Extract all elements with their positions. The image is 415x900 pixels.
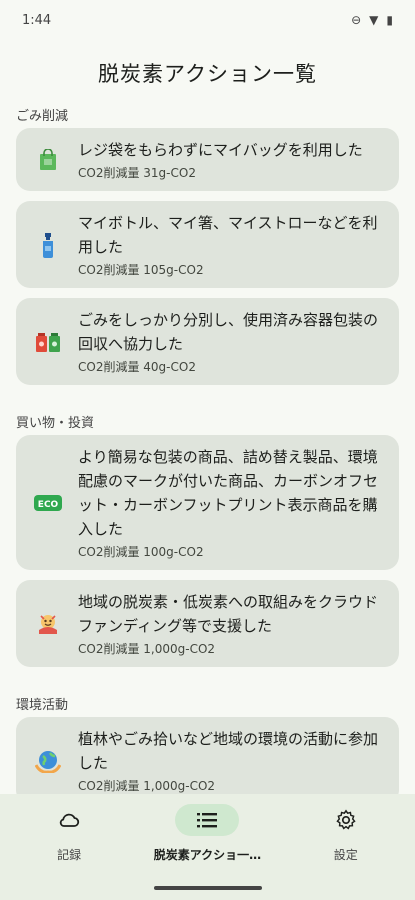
action-card-sorting[interactable]: ごみをしっかり分別し、使用済み容器包装の回収へ協力した CO2削減量 40g-C… — [16, 298, 399, 385]
svg-text:ECO: ECO — [38, 500, 59, 510]
action-title: より簡易な包装の商品、詰め替え製品、環境配慮のマークが付いた商品、カーボンオフセ… — [78, 448, 379, 538]
action-card-local-activity[interactable]: 植林やごみ拾いなど地域の環境の活動に参加した CO2削減量 1,000g-CO2 — [16, 717, 399, 794]
nav-record[interactable]: 記録 — [4, 804, 134, 900]
action-card-my-bottle[interactable]: マイボトル、マイ箸、マイストローなどを利用した CO2削減量 105g-CO2 — [16, 201, 399, 288]
action-list[interactable]: ごみ削減 レジ袋をもらわずにマイバッグを利用した CO2削減量 31g-CO2 … — [0, 100, 415, 794]
globe-hands-icon — [34, 747, 62, 775]
section-header-shopping: 買い物・投資 — [16, 415, 95, 431]
action-co2: CO2削減量 105g-CO2 — [78, 263, 204, 277]
section-header-environment: 環境活動 — [16, 697, 69, 713]
bottle-icon — [34, 231, 62, 259]
action-title: 植林やごみ拾いなど地域の環境の活動に参加した — [78, 730, 379, 772]
eco-badge-icon: ECO — [34, 489, 62, 517]
battery-icon: ▮ — [386, 13, 393, 27]
action-title: マイボトル、マイ箸、マイストローなどを利用した — [78, 214, 378, 256]
status-icons: ⊖ ▼ ▮ — [351, 13, 393, 27]
action-card-my-bag[interactable]: レジ袋をもらわずにマイバッグを利用した CO2削減量 31g-CO2 — [16, 128, 399, 191]
home-indicator[interactable] — [153, 886, 262, 890]
action-title: ごみをしっかり分別し、使用済み容器包装の回収へ協力した — [78, 311, 379, 353]
shopping-bag-icon — [34, 146, 62, 174]
nav-label: 脱炭素アクショ一… — [153, 848, 262, 862]
action-title: レジ袋をもらわずにマイバッグを利用した — [78, 141, 363, 159]
nav-label: 設定 — [333, 848, 358, 862]
crowdfunding-icon — [34, 610, 62, 638]
list-icon — [175, 804, 240, 836]
recycle-bins-icon — [34, 328, 62, 356]
action-co2: CO2削減量 1,000g-CO2 — [78, 779, 216, 793]
wifi-icon: ▼ — [369, 13, 379, 27]
nav-label: 記録 — [57, 848, 82, 862]
action-co2: CO2削減量 40g-CO2 — [78, 360, 196, 374]
bottom-navigation: 記録 脱炭素アクショ一… 設定 — [0, 794, 415, 900]
gear-icon — [314, 804, 378, 836]
action-card-crowdfunding[interactable]: 地域の脱炭素・低炭素への取組みをクラウドファンディング等で支援した CO2削減量… — [16, 580, 399, 667]
status-time: 1:44 — [22, 12, 52, 28]
dnd-icon: ⊖ — [351, 13, 362, 27]
nav-settings[interactable]: 設定 — [281, 804, 411, 900]
status-bar: 1:44 ⊖ ▼ ▮ — [0, 0, 415, 40]
cloud-icon — [37, 804, 101, 836]
section-header-waste: ごみ削減 — [16, 108, 69, 124]
page-title: 脱炭素アクション一覧 — [98, 62, 317, 86]
action-co2: CO2削減量 1,000g-CO2 — [78, 642, 216, 656]
action-co2: CO2削減量 100g-CO2 — [78, 545, 204, 559]
action-title: 地域の脱炭素・低炭素への取組みをクラウドファンディング等で支援した — [78, 593, 379, 635]
action-card-eco-products[interactable]: ECO より簡易な包装の商品、詰め替え製品、環境配慮のマークが付いた商品、カーボ… — [16, 435, 399, 570]
action-co2: CO2削減量 31g-CO2 — [78, 166, 196, 180]
